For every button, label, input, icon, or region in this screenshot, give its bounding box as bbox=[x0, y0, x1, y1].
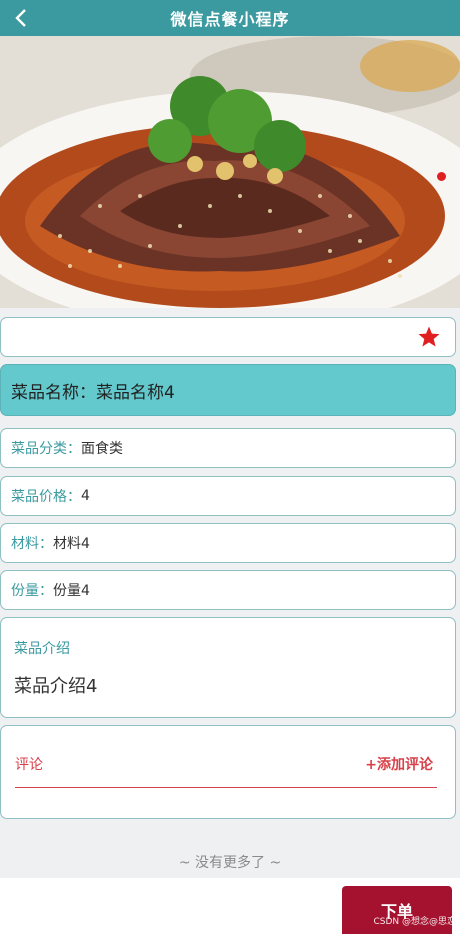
watermark: CSDN @想念@思恋 bbox=[373, 917, 456, 927]
dish-name-card: 菜品名称： 菜品名称4 bbox=[0, 364, 456, 416]
add-comment-button[interactable]: +添加评论 bbox=[365, 754, 433, 774]
dish-intro-card: 菜品介绍 菜品介绍4 bbox=[0, 617, 456, 718]
field-ingredients: 材料： 材料4 bbox=[0, 523, 456, 563]
comments-divider bbox=[15, 787, 437, 788]
field-value: 面食类 bbox=[81, 441, 123, 457]
dish-name-label: 菜品名称： bbox=[11, 382, 96, 403]
field-portion: 份量： 份量4 bbox=[0, 570, 456, 610]
no-more-text: ~ 没有更多了 ~ bbox=[178, 855, 282, 871]
back-button[interactable] bbox=[10, 6, 32, 30]
field-price: 菜品价格： 4 bbox=[0, 476, 456, 516]
field-value: 4 bbox=[81, 488, 90, 504]
field-value: 份量4 bbox=[53, 583, 90, 599]
field-label: 份量： bbox=[11, 583, 53, 599]
intro-text: 菜品介绍4 bbox=[14, 676, 98, 697]
top-bar: 微信点餐小程序 bbox=[0, 0, 460, 36]
favorite-bar bbox=[0, 317, 456, 357]
intro-title: 菜品介绍 bbox=[14, 641, 70, 657]
field-label: 材料： bbox=[11, 536, 53, 552]
dish-photo bbox=[0, 36, 460, 308]
field-category: 菜品分类： 面食类 bbox=[0, 428, 456, 468]
carousel-indicator[interactable] bbox=[437, 172, 446, 181]
comments-card: 评论 +添加评论 bbox=[0, 725, 456, 819]
dish-image-banner[interactable] bbox=[0, 36, 460, 308]
page-title: 微信点餐小程序 bbox=[170, 10, 290, 29]
field-value: 材料4 bbox=[53, 536, 90, 552]
field-label: 菜品价格： bbox=[11, 489, 81, 505]
dish-name-value: 菜品名称4 bbox=[96, 382, 175, 403]
chevron-left-icon bbox=[15, 9, 26, 27]
comments-title: 评论 bbox=[15, 757, 43, 773]
field-label: 菜品分类： bbox=[11, 441, 81, 457]
star-icon[interactable] bbox=[417, 325, 441, 349]
